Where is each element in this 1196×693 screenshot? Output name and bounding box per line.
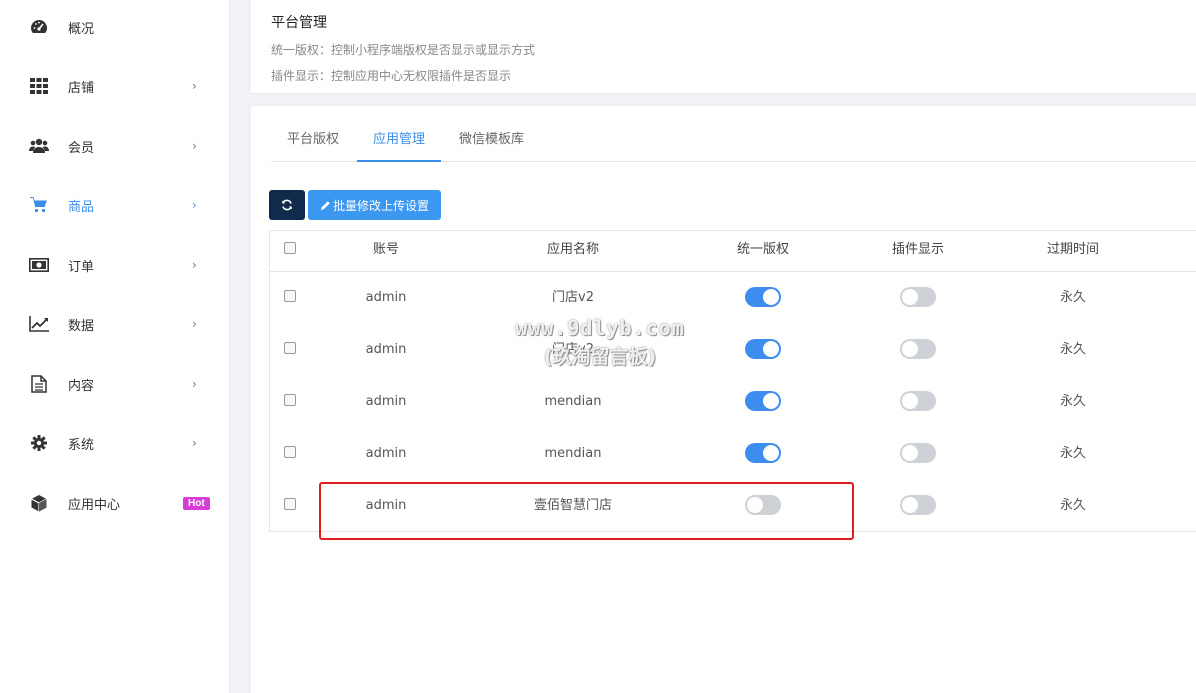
- cell-app-name: 壹佰智慧门店: [533, 498, 612, 513]
- gear-icon: [29, 433, 49, 453]
- copyright-toggle[interactable]: [745, 443, 781, 463]
- batch-edit-label: 批量修改上传设置: [332, 198, 429, 213]
- sidebar-item-label: 内容: [68, 378, 95, 394]
- copyright-toggle[interactable]: [745, 287, 781, 307]
- users-icon: [29, 136, 49, 156]
- plugin-toggle[interactable]: [900, 339, 936, 359]
- sidebar-item-label: 会员: [68, 140, 95, 156]
- row-checkbox[interactable]: [284, 498, 296, 510]
- row-checkbox[interactable]: [284, 394, 296, 406]
- tab-wechat-templates[interactable]: 微信模板库: [443, 121, 540, 162]
- sidebar-item-system[interactable]: 系统 ›: [0, 423, 230, 463]
- chevron-right-icon: ›: [192, 79, 197, 93]
- cell-account: admin: [365, 446, 407, 461]
- info-plugin-desc: 插件显示：控制应用中心无权限插件是否显示: [271, 69, 512, 83]
- table-row: admin 壹佰智慧门店 永久: [270, 480, 1196, 532]
- sidebar-item-label: 系统: [68, 437, 95, 453]
- chevron-right-icon: ›: [192, 198, 197, 212]
- plugin-toggle[interactable]: [900, 495, 936, 515]
- info-card: 平台管理 统一版权：控制小程序端版权是否显示或显示方式 插件显示：控制应用中心无…: [251, 0, 1196, 94]
- cell-expire: 永久: [1059, 498, 1086, 513]
- chevron-right-icon: ›: [192, 258, 197, 272]
- plugin-toggle[interactable]: [900, 391, 936, 411]
- sidebar: 概况 店铺 › 会员 › 商品 › 订单 › 数据 › 内容 › 系统 › 应用…: [0, 0, 230, 693]
- table-row: admin 门店v2 永久: [270, 324, 1196, 376]
- money-icon: [29, 255, 49, 275]
- refresh-icon: [282, 199, 292, 211]
- batch-edit-upload-button[interactable]: 批量修改上传设置: [308, 190, 441, 220]
- document-icon: [29, 374, 49, 394]
- sidebar-item-app-center[interactable]: 应用中心 Hot: [0, 483, 230, 523]
- copyright-toggle[interactable]: [745, 391, 781, 411]
- cell-account: admin: [365, 290, 407, 305]
- sidebar-item-data[interactable]: 数据 ›: [0, 304, 230, 344]
- sidebar-item-overview[interactable]: 概况: [0, 7, 230, 47]
- info-copyright-desc: 统一版权：控制小程序端版权是否显示或显示方式: [271, 43, 536, 57]
- sidebar-item-members[interactable]: 会员 ›: [0, 126, 230, 166]
- sidebar-item-shop[interactable]: 店铺 ›: [0, 66, 230, 106]
- dashboard-icon: [29, 17, 49, 37]
- pencil-icon: [320, 200, 330, 210]
- sidebar-item-label: 数据: [68, 318, 95, 334]
- row-checkbox[interactable]: [284, 342, 296, 354]
- table-row: admin mendian 永久: [270, 376, 1196, 428]
- plugin-toggle[interactable]: [900, 287, 936, 307]
- plugin-toggle[interactable]: [900, 443, 936, 463]
- page-title: 平台管理: [271, 15, 327, 31]
- sidebar-item-content[interactable]: 内容 ›: [0, 364, 230, 404]
- cell-account: admin: [365, 342, 407, 357]
- line-chart-icon: [29, 314, 49, 334]
- tab-platform-copyright[interactable]: 平台版权: [271, 121, 355, 162]
- copyright-toggle[interactable]: [745, 339, 781, 359]
- tab-bar: 平台版权 应用管理 微信模板库: [271, 121, 1196, 162]
- col-account: 账号: [372, 242, 399, 257]
- main-card: 平台版权 应用管理 微信模板库 批量修改上传设置 账号 应用名称 统一版权 插件…: [251, 106, 1196, 693]
- row-checkbox[interactable]: [284, 446, 296, 458]
- col-app-name: 应用名称: [546, 242, 599, 257]
- sidebar-item-label: 订单: [68, 259, 95, 275]
- refresh-button[interactable]: [269, 190, 305, 220]
- row-checkbox[interactable]: [284, 290, 296, 302]
- cell-account: admin: [365, 394, 407, 409]
- chevron-right-icon: ›: [192, 377, 197, 391]
- table-header: 账号 应用名称 统一版权 插件显示 过期时间: [270, 231, 1196, 272]
- table-row: admin mendian 永久: [270, 428, 1196, 480]
- col-expire-time: 过期时间: [1046, 242, 1099, 257]
- app-table: 账号 应用名称 统一版权 插件显示 过期时间 admin 门店v2 永久 adm…: [269, 230, 1196, 532]
- tab-app-management[interactable]: 应用管理: [357, 121, 442, 162]
- cell-account: admin: [365, 498, 407, 513]
- cube-icon: [29, 493, 49, 513]
- cell-app-name: 门店v2: [552, 342, 594, 357]
- select-all-checkbox[interactable]: [284, 242, 296, 254]
- cell-expire: 永久: [1059, 342, 1086, 357]
- chevron-right-icon: ›: [192, 436, 197, 450]
- cell-expire: 永久: [1059, 446, 1086, 461]
- sidebar-item-label: 商品: [68, 199, 95, 215]
- grid-icon: [29, 76, 49, 96]
- cell-app-name: mendian: [544, 394, 602, 409]
- table-row: admin 门店v2 永久: [270, 272, 1196, 324]
- cart-icon: [29, 195, 49, 215]
- cell-expire: 永久: [1059, 290, 1086, 305]
- chevron-right-icon: ›: [192, 317, 197, 331]
- chevron-right-icon: ›: [192, 139, 197, 153]
- col-unified-copyright: 统一版权: [736, 242, 789, 257]
- hot-badge: Hot: [183, 497, 210, 510]
- sidebar-item-label: 概况: [68, 21, 95, 37]
- cell-expire: 永久: [1059, 394, 1086, 409]
- sidebar-item-orders[interactable]: 订单 ›: [0, 245, 230, 285]
- cell-app-name: 门店v2: [552, 290, 594, 305]
- col-plugin-display: 插件显示: [891, 242, 944, 257]
- sidebar-item-products[interactable]: 商品 ›: [0, 185, 230, 225]
- sidebar-item-label: 应用中心: [68, 497, 121, 513]
- sidebar-item-label: 店铺: [68, 80, 95, 96]
- cell-app-name: mendian: [544, 446, 602, 461]
- copyright-toggle[interactable]: [745, 495, 781, 515]
